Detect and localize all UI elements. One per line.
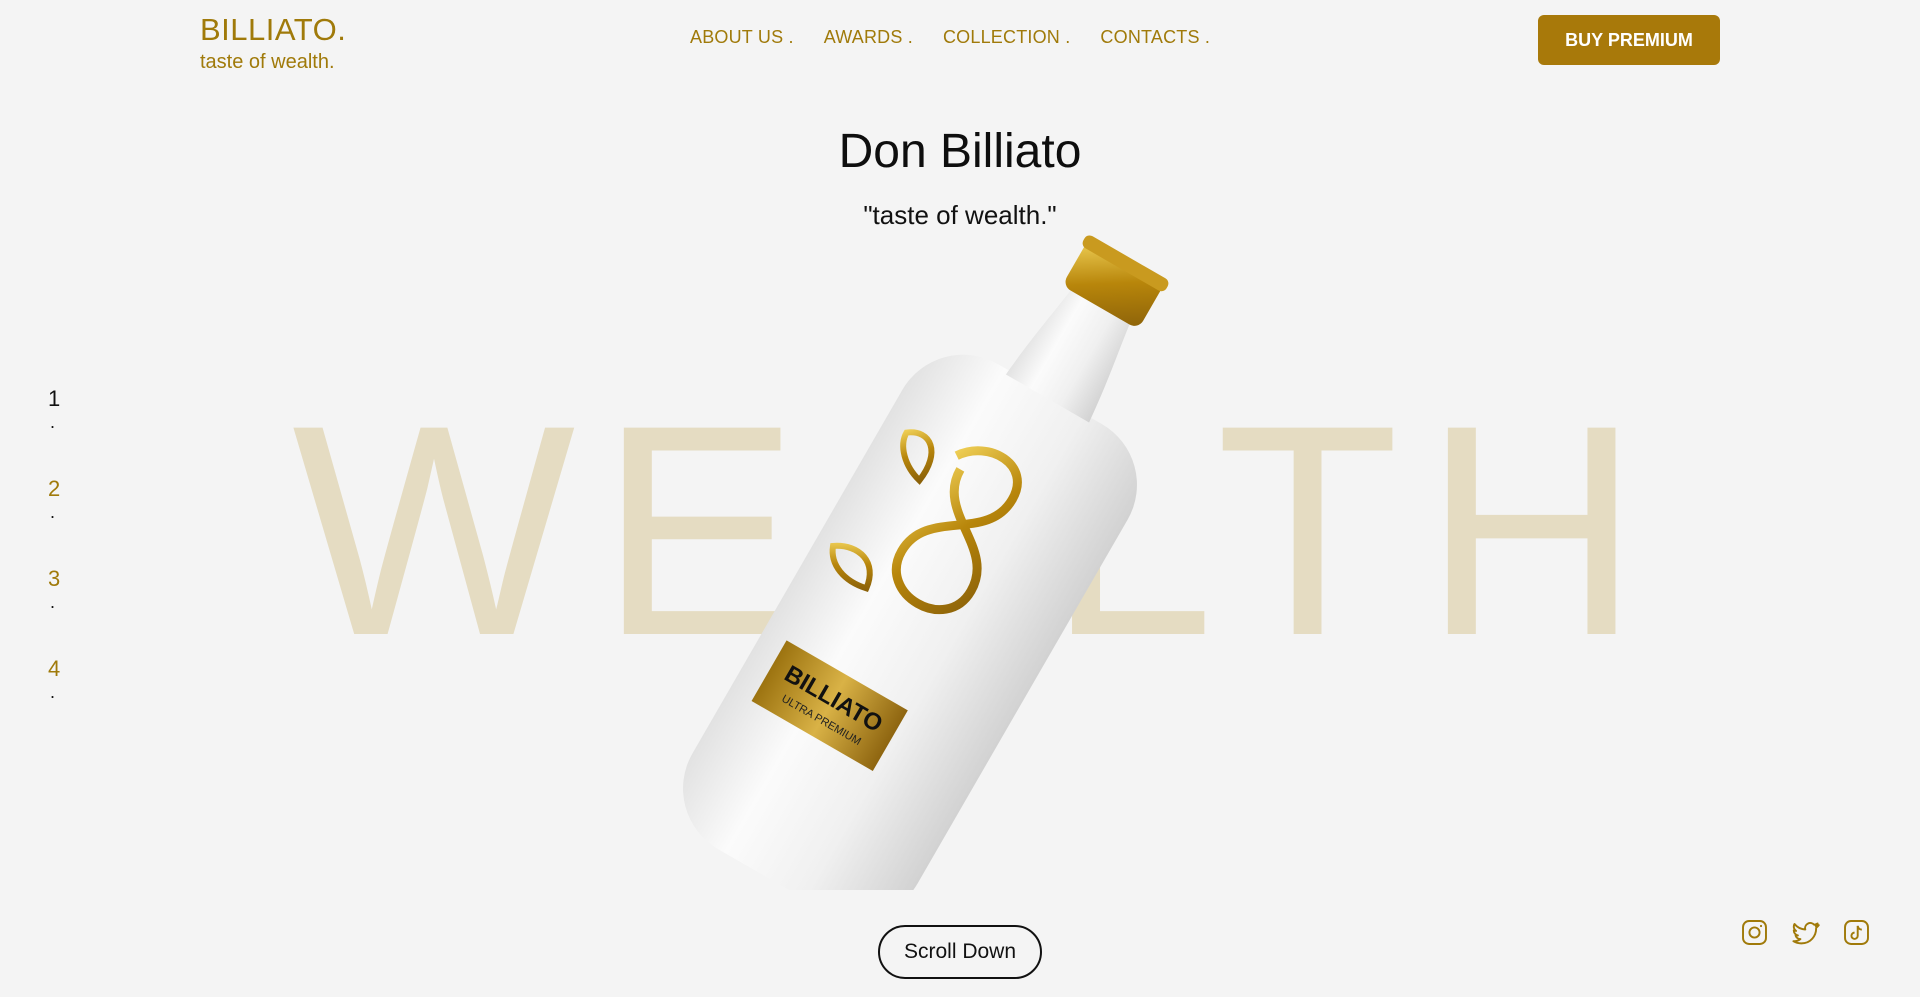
pager-number: 3	[48, 566, 61, 591]
brand-tagline: taste of wealth.	[200, 51, 335, 73]
pager-number: 2	[48, 476, 61, 501]
pager-dot: .	[50, 592, 56, 612]
brand[interactable]: BILLIATO. taste of wealth.	[200, 12, 346, 76]
brand-name[interactable]: BILLIATO.	[200, 12, 346, 48]
nav-contacts[interactable]: CONTACTS .	[1100, 27, 1210, 48]
hero-title: Don Billiato	[838, 125, 1082, 178]
nav-collection[interactable]: COLLECTION .	[943, 27, 1070, 48]
pager-dot: .	[50, 502, 56, 522]
pager-item-4[interactable]: 4 .	[48, 655, 60, 745]
pager-number: 4	[48, 656, 61, 681]
nav-about-us[interactable]: ABOUT US .	[690, 27, 794, 48]
buy-premium-button[interactable]: BUY PREMIUM	[1538, 15, 1720, 65]
twitter-icon[interactable]	[1791, 918, 1820, 947]
instagram-icon[interactable]	[1740, 918, 1769, 947]
scroll-down-button[interactable]: Scroll Down	[878, 925, 1042, 979]
pager-dot: .	[50, 682, 56, 702]
bottle-image: BILLIATO ULTRA PREMIUM	[683, 235, 1169, 890]
pager-dot: .	[50, 412, 56, 432]
pager-item-3[interactable]: 3 .	[48, 565, 60, 655]
pager-number: 1	[48, 386, 61, 411]
tiktok-icon[interactable]	[1842, 918, 1871, 947]
pager-item-1[interactable]: 1 .	[48, 385, 60, 475]
nav-awards[interactable]: AWARDS .	[824, 27, 913, 48]
pager-item-2[interactable]: 2 .	[48, 475, 60, 565]
slide-pager: 1 . 2 . 3 . 4 .	[48, 385, 60, 745]
social-links	[1740, 918, 1871, 947]
main-nav: ABOUT US . AWARDS . COLLECTION . CONTACT…	[690, 27, 1210, 48]
